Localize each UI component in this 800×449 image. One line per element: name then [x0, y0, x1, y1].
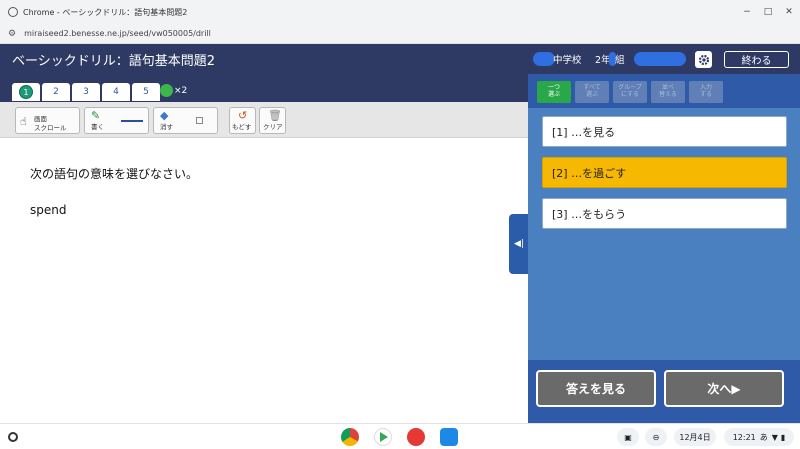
screen-capture-icon[interactable]: ▣ [617, 428, 639, 446]
redaction-mark [634, 52, 686, 66]
chrome-icon [8, 7, 18, 17]
launcher-icon[interactable] [8, 432, 18, 442]
drawing-toolbar: ☝ 画面 スクロール ✎ 書く ◆ 消す ↺ もどす 🗑 クリア [0, 102, 528, 138]
gem-icon [160, 84, 173, 97]
line-width-icon[interactable] [121, 120, 143, 122]
choice-1[interactable]: [1] …を見る [542, 116, 787, 147]
window-controls: − □ ✕ [742, 0, 794, 24]
gear-icon [698, 54, 709, 65]
tab-label: 1 [19, 85, 33, 99]
browser-title-bar: Chrome - ベーシックドリル：語句基本問題2 − □ ✕ [0, 0, 800, 24]
class-label: 組 [615, 55, 625, 66]
end-button[interactable]: 終わる [724, 51, 789, 68]
mode-label-2: 選ぶ [585, 91, 598, 98]
score-multiplier: ×2 [160, 84, 187, 97]
mode-choose-all[interactable]: すべて 選ぶ [575, 81, 609, 103]
settings-button[interactable] [695, 51, 712, 68]
classroom-app-icon[interactable] [440, 428, 458, 446]
scroll-label-2: スクロール [34, 124, 67, 132]
undo-label: もどす [232, 123, 252, 131]
mode-label-2: 替える [659, 91, 677, 98]
panel-toggle-button[interactable]: ◀| [509, 214, 529, 274]
answer-panel: 一つ 選ぶ すべて 選ぶ グループ にする 並べ 替える 入力 する [1] …… [528, 74, 800, 423]
date-display[interactable]: 12月4日 [674, 428, 716, 446]
mode-reorder[interactable]: 並べ 替える [651, 81, 685, 103]
system-shelf: ▣ ⊖ 12月4日 12:21 あ ▼ ▮ [0, 423, 800, 449]
mode-choose-one[interactable]: 一つ 選ぶ [537, 81, 571, 103]
next-button[interactable]: 次へ▶ [664, 370, 784, 407]
hand-icon: ☝ [20, 115, 27, 128]
erase-tool-button[interactable]: ◆ 消す [153, 107, 218, 134]
tab-question-1[interactable]: 1 [12, 83, 40, 101]
minimize-icon[interactable]: − [742, 7, 752, 17]
clock-time: 12:21 [732, 432, 756, 442]
app-header: ベーシックドリル：語句基本問題2 中学校 2年 組 終わる [0, 44, 800, 74]
panel-footer: 答えを見る 次へ▶ [528, 360, 800, 423]
question-word: spend [30, 203, 67, 217]
mode-label-1: 一つ [547, 84, 560, 91]
question-prompt: 次の語句の意味を選びなさい。 [30, 167, 199, 181]
undo-button[interactable]: ↺ もどす [229, 107, 256, 134]
tab-question-3[interactable]: 3 [72, 83, 100, 101]
ime-indicator: あ [759, 432, 768, 442]
eraser-size-icon[interactable] [196, 117, 203, 124]
write-tool-button[interactable]: ✎ 書く [84, 107, 149, 134]
choice-3[interactable]: [3] …をもらう [542, 198, 787, 229]
site-settings-icon[interactable]: ⚙ [8, 29, 16, 39]
erase-label: 消す [160, 123, 173, 131]
mode-label-1: 並べ [661, 84, 674, 91]
maximize-icon[interactable]: □ [763, 7, 773, 17]
chrome-app-icon[interactable] [341, 428, 359, 446]
tab-question-5[interactable]: 5 [132, 83, 160, 101]
mode-label-2: 選ぶ [547, 91, 560, 98]
mode-group[interactable]: グループ にする [613, 81, 647, 103]
scroll-tool-button[interactable]: ☝ 画面 スクロール [15, 107, 80, 134]
show-answer-button[interactable]: 答えを見る [536, 370, 656, 407]
do-not-disturb-icon[interactable]: ⊖ [645, 428, 667, 446]
mode-label-1: 入力 [699, 84, 712, 91]
tab-question-4[interactable]: 4 [102, 83, 130, 101]
status-tray[interactable]: 12:21 あ ▼ ▮ [724, 428, 794, 446]
canvas-app-icon[interactable] [407, 428, 425, 446]
redaction-mark [533, 52, 555, 66]
answer-mode-bar: 一つ 選ぶ すべて 選ぶ グループ にする 並べ 替える 入力 する [528, 74, 800, 108]
clear-label: クリア [263, 123, 283, 131]
mode-label-2: にする [620, 91, 640, 98]
close-icon[interactable]: ✕ [784, 7, 794, 17]
play-store-icon[interactable] [374, 428, 392, 446]
clear-button[interactable]: 🗑 クリア [259, 107, 286, 134]
mode-label-1: グループ [618, 84, 642, 91]
question-area: 次の語句の意味を選びなさい。 spend [0, 138, 528, 423]
url-text[interactable]: miraiseed2.benesse.ne.jp/seed/vw050005/d… [24, 29, 211, 38]
write-label: 書く [91, 123, 104, 131]
window-title: Chrome - ベーシックドリル：語句基本問題2 [23, 7, 188, 17]
mode-label-2: する [699, 91, 712, 98]
school-label: 中学校 [553, 55, 582, 66]
battery-icon: ▮ [780, 432, 786, 442]
mode-label-1: すべて [583, 84, 601, 91]
wifi-icon: ▼ [771, 432, 778, 442]
tab-question-2[interactable]: 2 [42, 83, 70, 101]
choice-2[interactable]: [2] …を過ごす [542, 157, 787, 188]
address-bar[interactable]: ⚙ miraiseed2.benesse.ne.jp/seed/vw050005… [0, 24, 800, 44]
page-title: ベーシックドリル：語句基本問題2 [12, 53, 216, 69]
collapse-arrow-icon: ◀| [514, 239, 524, 249]
mode-input[interactable]: 入力 する [689, 81, 723, 103]
multiplier-label: ×2 [174, 85, 188, 96]
